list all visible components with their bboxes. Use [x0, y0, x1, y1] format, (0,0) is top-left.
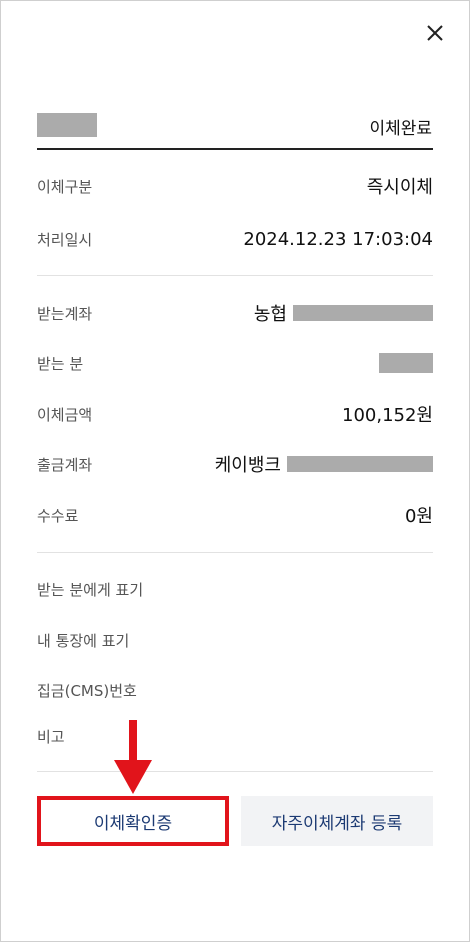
masked-recipient — [379, 353, 433, 373]
row-value: 2024.12.23 17:03:04 — [243, 228, 433, 250]
row-label: 비고 — [37, 727, 65, 746]
arrow-down-icon — [114, 720, 152, 794]
row-label: 받는 분 — [37, 354, 84, 373]
transfer-certificate-button[interactable]: 이체확인증 — [37, 796, 229, 846]
row-label: 출금계좌 — [37, 455, 93, 474]
row-processed-at: 처리일시 2024.12.23 17:03:04 — [37, 224, 433, 254]
row-recipient: 받는 분 — [37, 348, 433, 378]
row-value: 100,152원 — [342, 405, 433, 426]
row-receiving-account: 받는계좌 농협 — [37, 298, 433, 328]
row-label: 받는 분에게 표기 — [37, 580, 144, 599]
row-cms-number: 집금(CMS)번호 — [37, 675, 433, 705]
masked-name — [37, 113, 97, 137]
masked-account — [293, 305, 433, 321]
close-button[interactable] — [420, 18, 450, 48]
row-label: 받는계좌 — [37, 304, 93, 323]
register-frequent-account-button[interactable]: 자주이체계좌 등록 — [241, 796, 433, 846]
bank-name: 케이뱅크 — [214, 455, 281, 476]
row-label: 집금(CMS)번호 — [37, 681, 137, 700]
section-divider — [37, 275, 433, 276]
row-transfer-type: 이체구분 즉시이체 — [37, 171, 433, 201]
row-fee: 수수료 0원 — [37, 500, 433, 530]
row-withdraw-account: 출금계좌 케이뱅크 — [37, 449, 433, 479]
row-value: 0원 — [404, 506, 433, 527]
section-divider — [37, 771, 433, 772]
section-divider — [37, 552, 433, 553]
row-value — [379, 353, 433, 373]
bank-name: 농협 — [253, 304, 287, 325]
row-memo-recipient: 받는 분에게 표기 — [37, 574, 433, 604]
row-label: 이체구분 — [37, 177, 93, 196]
row-amount: 이체금액 100,152원 — [37, 399, 433, 429]
row-label: 내 통장에 표기 — [37, 631, 130, 650]
masked-account — [287, 456, 433, 472]
row-memo-mine: 내 통장에 표기 — [37, 625, 433, 655]
header-divider — [37, 148, 433, 150]
row-label: 이체금액 — [37, 405, 93, 424]
row-remarks: 비고 — [37, 721, 433, 751]
row-label: 처리일시 — [37, 230, 93, 249]
row-value: 케이뱅크 — [215, 451, 433, 477]
row-value: 즉시이체 — [366, 177, 433, 198]
row-value: 농협 — [254, 300, 433, 326]
row-label: 수수료 — [37, 506, 79, 525]
close-icon — [427, 25, 443, 41]
transfer-status: 이체완료 — [369, 119, 432, 139]
